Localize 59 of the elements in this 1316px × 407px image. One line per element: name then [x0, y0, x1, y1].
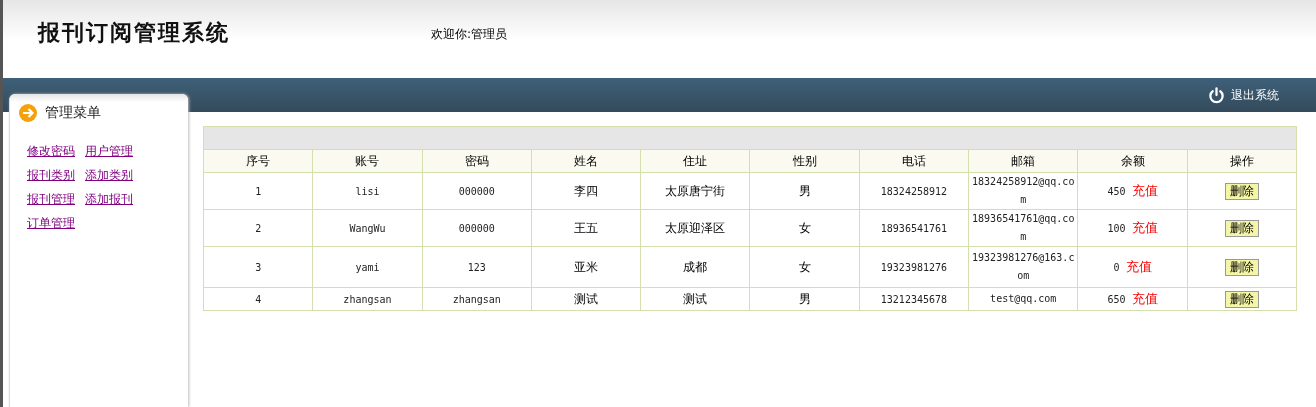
- table-cell: 2: [203, 209, 313, 247]
- table-cell: test@qq.com: [968, 287, 1078, 311]
- table-cell: yami: [312, 246, 423, 288]
- delete-button[interactable]: 删除: [1224, 258, 1259, 276]
- table-cell: 000000: [422, 172, 532, 210]
- table-cell: 测试: [640, 287, 750, 311]
- table-cell: 亚米: [531, 246, 641, 288]
- table-cell: 19323981276@163.com: [968, 246, 1078, 288]
- table-cell: 18324258912@qq.com: [968, 172, 1078, 210]
- balance-text: 100: [1107, 223, 1126, 234]
- table-cell: 成都: [640, 246, 750, 288]
- recharge-link[interactable]: 充值: [1131, 220, 1158, 235]
- table-cell: zhangsan: [312, 287, 423, 311]
- table-cell: 女: [750, 209, 860, 247]
- power-icon: [1208, 86, 1225, 104]
- table-cell: 太原唐宁街: [640, 172, 750, 210]
- delete-button[interactable]: 删除: [1224, 219, 1259, 237]
- table-cell: 1: [203, 172, 313, 210]
- logout-link[interactable]: 退出系统: [1208, 86, 1279, 104]
- column-header: 序号: [203, 149, 313, 173]
- table-cell: WangWu: [312, 209, 423, 247]
- balance-text: 650: [1107, 294, 1126, 305]
- menu-link[interactable]: 用户管理: [85, 143, 133, 160]
- table-cell: 太原迎泽区: [640, 209, 750, 247]
- app-title: 报刊订阅管理系统: [38, 18, 231, 47]
- recharge-link[interactable]: 充值: [1131, 183, 1158, 198]
- table-cell: 男: [750, 172, 860, 210]
- welcome-text: 欢迎你:管理员: [431, 25, 508, 43]
- menu-title: 管理菜单: [45, 103, 101, 122]
- recharge-link[interactable]: 充值: [1131, 291, 1158, 306]
- column-header: 操作: [1187, 149, 1297, 173]
- arrow-right-icon: [19, 103, 37, 122]
- table-cell: 4: [203, 287, 313, 311]
- delete-button[interactable]: 删除: [1224, 182, 1259, 200]
- menu-link[interactable]: 报刊类别: [27, 167, 75, 184]
- menu-link[interactable]: 添加报刊: [85, 191, 133, 208]
- menu-link[interactable]: 添加类别: [85, 167, 133, 184]
- table-cell: 测试: [531, 287, 641, 311]
- table-cell: 19323981276: [859, 246, 969, 288]
- table-cell: 18936541761: [859, 209, 969, 247]
- table-cell: 123: [422, 246, 532, 288]
- menu-link[interactable]: 订单管理: [27, 215, 75, 232]
- menu-link[interactable]: 报刊管理: [27, 191, 75, 208]
- table-cell: 13212345678: [859, 287, 969, 311]
- balance-text: 0: [1113, 262, 1120, 273]
- balance-text: 450: [1107, 186, 1126, 197]
- table-cell: 李四: [531, 172, 641, 210]
- recharge-link[interactable]: 充值: [1125, 259, 1152, 274]
- table-cell: lisi: [312, 172, 423, 210]
- menu-link[interactable]: 修改密码: [27, 143, 75, 160]
- table-cell: 王五: [531, 209, 641, 247]
- table-cell: 男: [750, 287, 860, 311]
- table-cell: zhangsan: [422, 287, 532, 311]
- table-cell: 18936541761@qq.com: [968, 209, 1078, 247]
- table-cell: 18324258912: [859, 172, 969, 210]
- delete-button[interactable]: 删除: [1224, 290, 1259, 308]
- table-cell: 女: [750, 246, 860, 288]
- table-cell: 000000: [422, 209, 532, 247]
- table-cell: 3: [203, 246, 313, 288]
